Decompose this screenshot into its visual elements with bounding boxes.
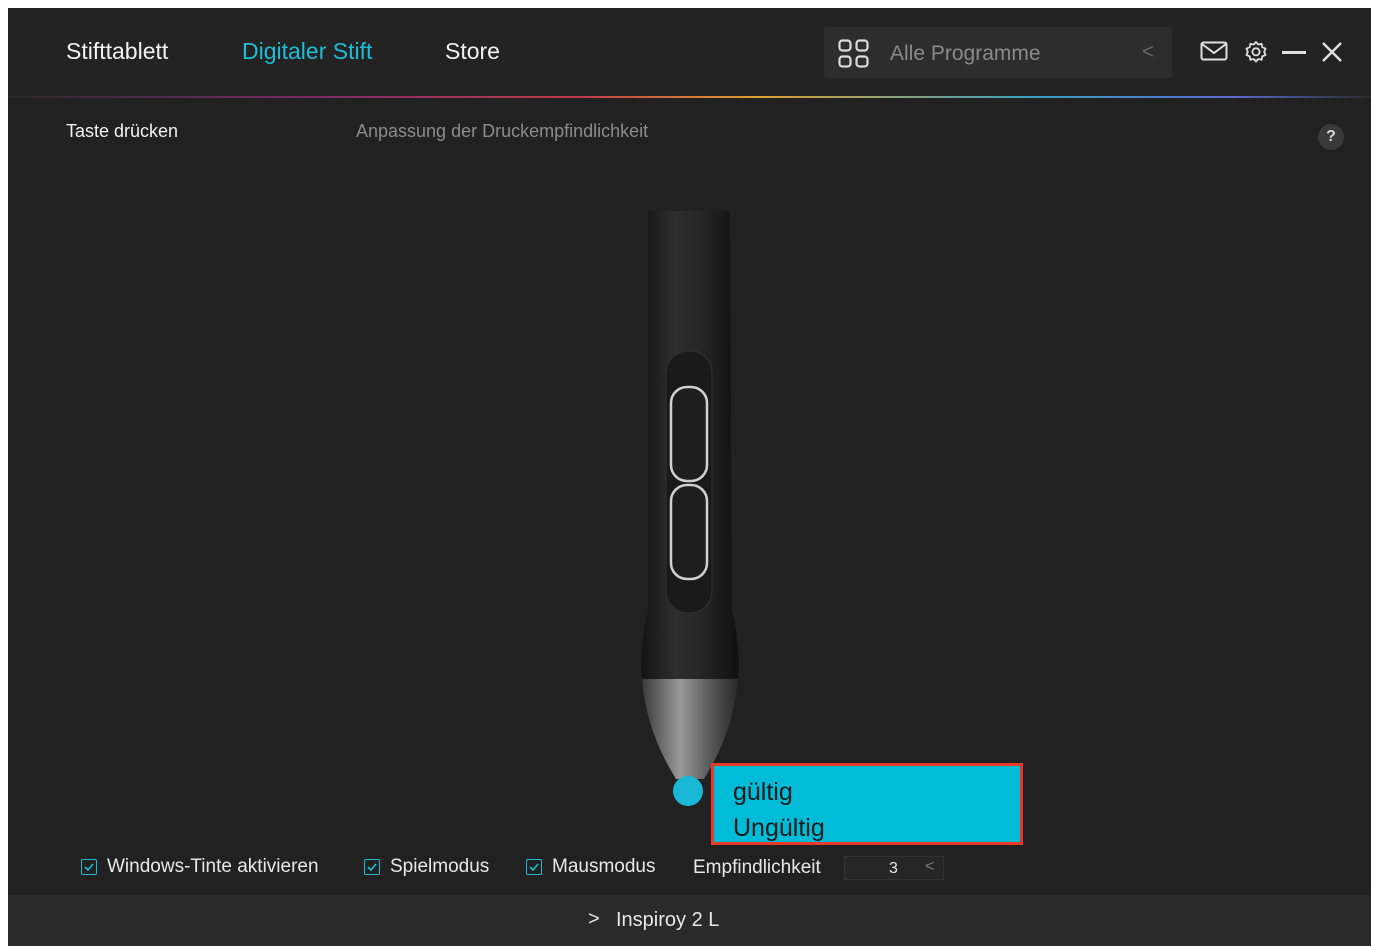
settings-icon[interactable] [1244, 40, 1268, 64]
pen-tip-button[interactable] [673, 776, 703, 806]
dropdown-option-ungueltig[interactable]: Ungültig [733, 814, 825, 843]
device-name[interactable]: Inspiroy 2 L [616, 909, 719, 932]
dropdown-option-gueltig[interactable]: gültig [733, 778, 793, 807]
game-mode-label: Spielmodus [390, 856, 490, 877]
program-search-input[interactable] [888, 39, 1132, 69]
subtab-druckempfindlichkeit[interactable]: Anpassung der Druckempfindlichkeit [356, 121, 648, 142]
chevron-left-icon[interactable]: < [1142, 41, 1154, 64]
mail-icon[interactable] [1200, 41, 1228, 61]
mouse-mode-label: Mausmodus [552, 856, 656, 877]
windows-ink-label: Windows-Tinte aktivieren [107, 856, 319, 877]
program-selector[interactable]: < [824, 27, 1172, 78]
tab-digitaler-stift[interactable]: Digitaler Stift [242, 38, 372, 65]
sensitivity-selector[interactable]: 3 < [844, 856, 944, 880]
pen-illustration [641, 211, 739, 779]
sensitivity-value: 3 [889, 860, 898, 877]
checkbox-checked-icon [526, 859, 542, 875]
app-window: Stifttablett Digitaler Stift Store < [8, 8, 1371, 946]
help-icon[interactable]: ? [1318, 124, 1344, 150]
tip-function-dropdown[interactable]: gültig Ungültig [711, 763, 1023, 845]
subtab-taste-druecken[interactable]: Taste drücken [66, 121, 178, 142]
sensitivity-label: Empfindlichkeit [693, 857, 821, 878]
minimize-icon[interactable] [1282, 51, 1306, 55]
close-icon[interactable] [1321, 41, 1343, 63]
tab-store[interactable]: Store [445, 38, 500, 65]
mouse-mode-checkbox[interactable]: Mausmodus [526, 856, 656, 878]
device-footer: > Inspiroy 2 L [8, 895, 1371, 946]
chevron-left-icon[interactable]: < [925, 858, 934, 876]
title-bar: Stifttablett Digitaler Stift Store < [8, 8, 1371, 96]
checkbox-checked-icon [364, 859, 380, 875]
windows-ink-checkbox[interactable]: Windows-Tinte aktivieren [81, 856, 319, 878]
chevron-right-icon[interactable]: > [588, 908, 600, 931]
game-mode-checkbox[interactable]: Spielmodus [364, 856, 489, 878]
checkbox-checked-icon [81, 859, 97, 875]
apps-grid-icon [838, 39, 869, 68]
accent-divider [8, 96, 1371, 98]
tab-stifttablett[interactable]: Stifttablett [66, 38, 168, 65]
